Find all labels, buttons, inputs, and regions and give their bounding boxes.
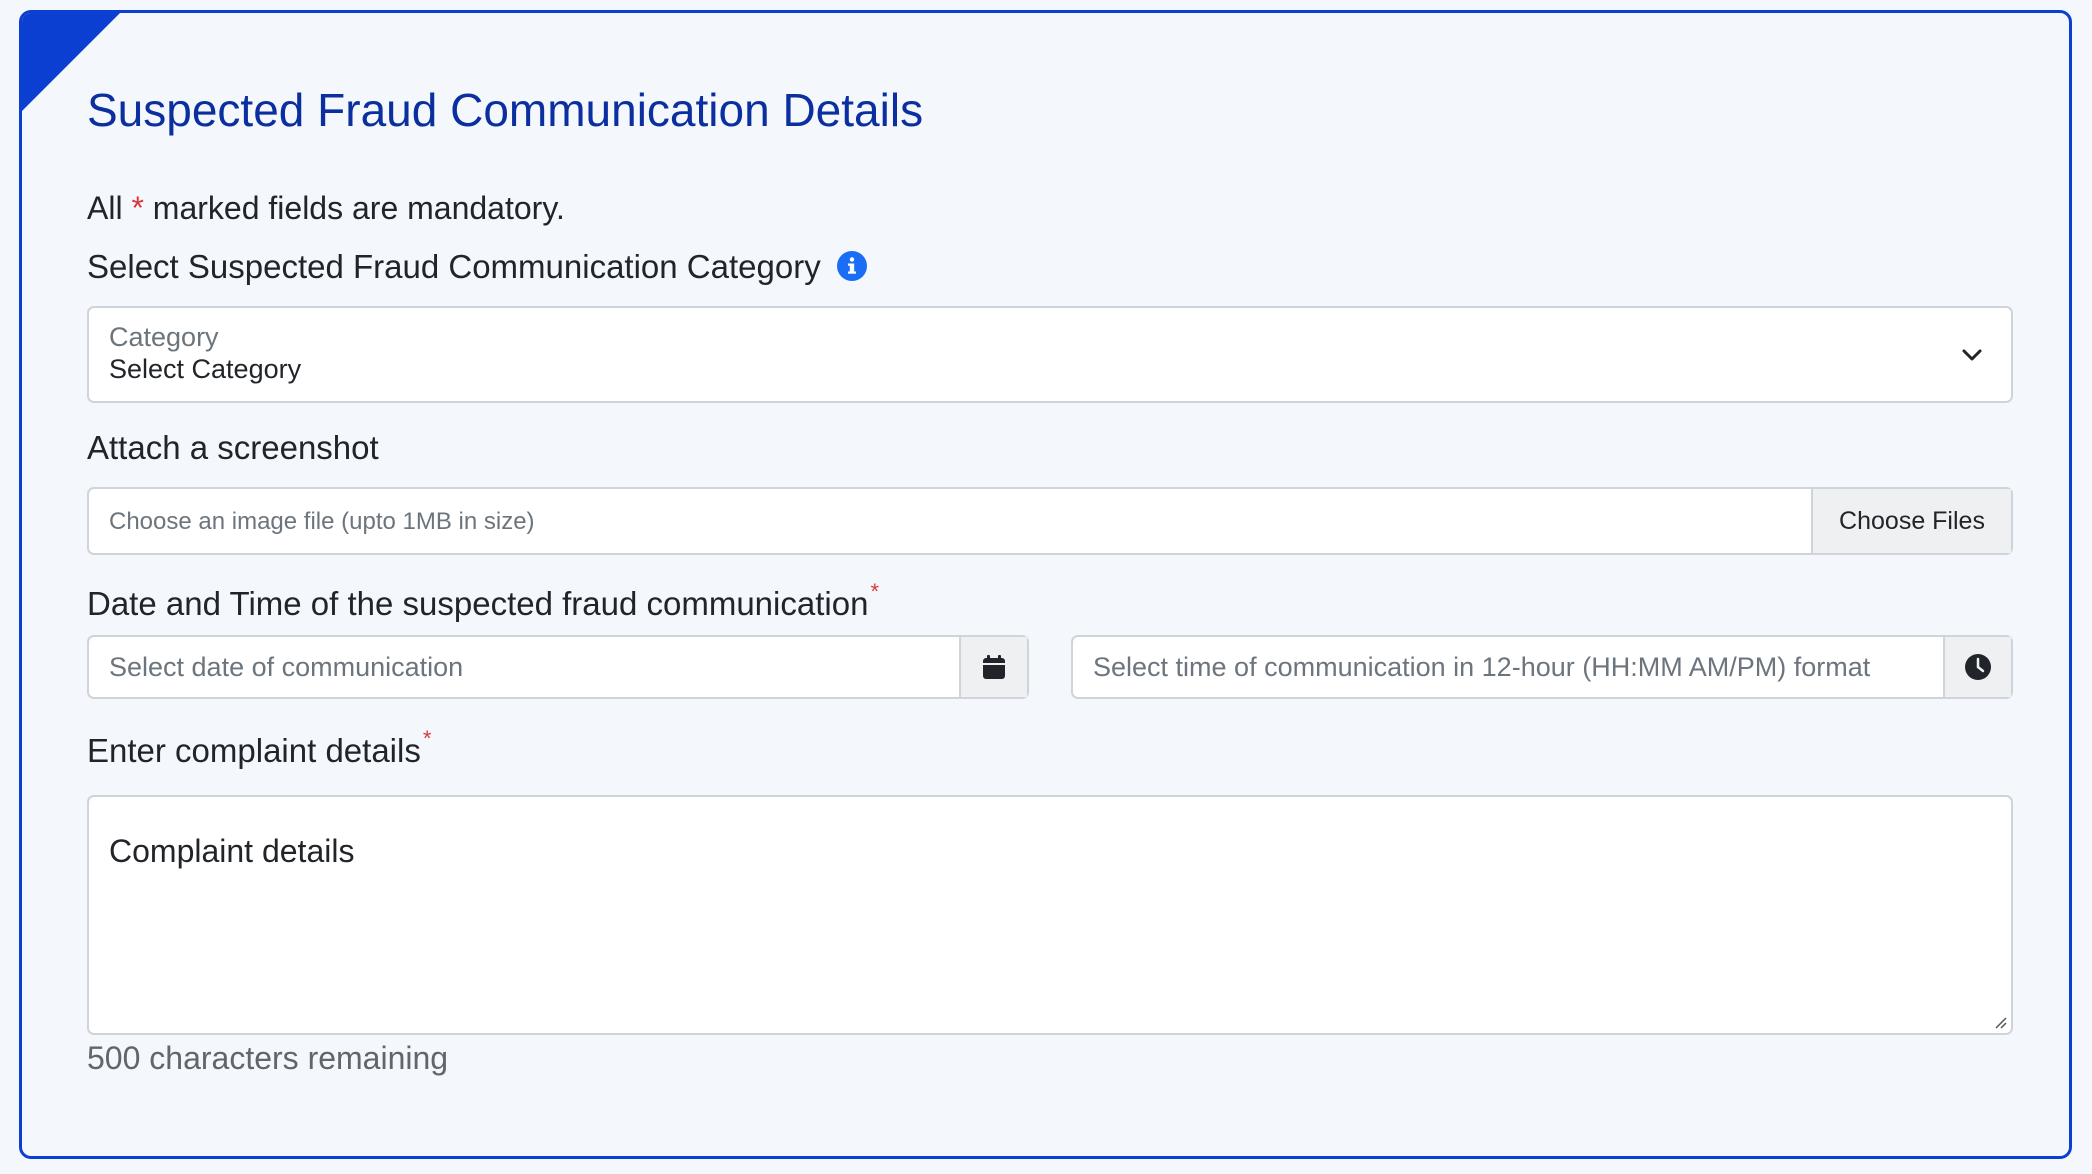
resize-grip-icon[interactable] <box>1991 1013 2007 1029</box>
screenshot-placeholder: Choose an image file (upto 1MB in size) <box>109 508 535 535</box>
mandatory-prefix: All <box>87 190 123 226</box>
calendar-button[interactable] <box>959 637 1027 697</box>
time-input[interactable]: Select time of communication in 12-hour … <box>1071 635 2013 699</box>
info-circle-icon[interactable] <box>836 251 867 281</box>
chevron-down-icon <box>1962 349 1982 361</box>
datetime-label-text: Date and Time of the suspected fraud com… <box>87 585 869 622</box>
clock-icon <box>1965 654 1991 680</box>
required-star: * <box>870 579 879 604</box>
required-star: * <box>422 726 432 751</box>
screenshot-file-input[interactable]: Choose an image file (upto 1MB in size) … <box>87 487 2013 555</box>
date-input[interactable]: Select date of communication <box>87 635 1029 699</box>
characters-remaining: 500 characters remaining <box>87 1040 449 1076</box>
screenshot-label: Attach a screenshot <box>87 429 379 466</box>
complaint-label: Enter complaint details* <box>87 726 431 770</box>
complaint-label-text: Enter complaint details <box>87 732 421 769</box>
datetime-label: Date and Time of the suspected fraud com… <box>87 579 879 623</box>
calendar-icon <box>983 655 1005 679</box>
mandatory-note: All * marked fields are mandatory. <box>87 190 565 227</box>
category-label-text: Select Suspected Fraud Communication Cat… <box>87 248 821 285</box>
date-placeholder: Select date of communication <box>109 652 464 682</box>
category-label: Select Suspected Fraud Communication Cat… <box>87 248 867 286</box>
fraud-communication-card: Suspected Fraud Communication Details Al… <box>19 10 2072 1159</box>
mandatory-suffix: marked fields are mandatory. <box>152 190 565 226</box>
category-select[interactable]: Category Select Category <box>87 306 2013 403</box>
page-title: Suspected Fraud Communication Details <box>87 84 924 136</box>
category-selected-value: Select Category <box>109 354 302 384</box>
choose-files-button[interactable]: Choose Files <box>1811 489 2011 553</box>
complaint-placeholder: Complaint details <box>109 833 355 869</box>
complaint-details-textarea[interactable]: Complaint details <box>87 795 2013 1035</box>
category-floating-label: Category <box>109 322 219 352</box>
time-placeholder: Select time of communication in 12-hour … <box>1093 652 1871 682</box>
clock-button[interactable] <box>1943 637 2011 697</box>
required-star: * <box>131 190 144 226</box>
